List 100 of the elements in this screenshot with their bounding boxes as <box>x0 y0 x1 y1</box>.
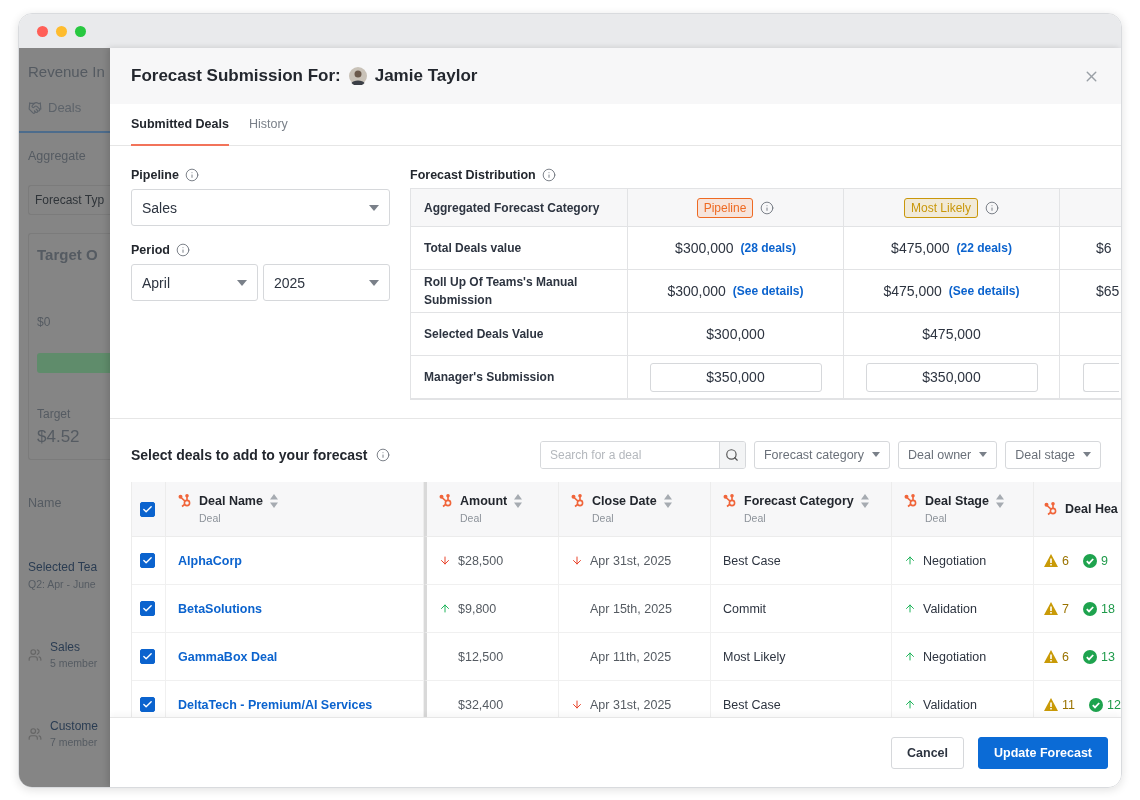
warning-icon <box>1044 602 1058 615</box>
search-button[interactable] <box>718 441 745 468</box>
check-circle-icon <box>1082 601 1097 616</box>
year-select[interactable]: 2025 <box>263 264 390 301</box>
sprocket-icon <box>571 494 585 508</box>
pass-count: 18 <box>1100 601 1115 616</box>
value-text: $300,000 <box>675 240 734 256</box>
pass-count: 13 <box>1100 649 1115 664</box>
team-name[interactable]: Custome <box>50 719 99 733</box>
tab[interactable]: Submitted Deals <box>131 104 229 146</box>
value-text: $6 <box>1096 240 1112 256</box>
deal-link[interactable]: BetaSolutions <box>178 601 263 616</box>
sort-icon[interactable] <box>995 494 1004 508</box>
category-text: Commit <box>723 601 767 616</box>
checkbox[interactable] <box>140 501 155 517</box>
sprocket-icon <box>904 494 918 508</box>
deal-link[interactable]: DeltaTech - Premium/AI Services <box>178 697 373 712</box>
pass-count: 9 <box>1100 553 1108 568</box>
column-header: Amount <box>460 494 508 508</box>
caret-icon <box>872 452 880 457</box>
date-text: Apr 31st, 2025 <box>590 553 672 568</box>
update-forecast-button[interactable]: Update Forecast <box>978 736 1108 769</box>
warning-icon <box>1044 698 1058 711</box>
value-text: $300,000 <box>706 326 765 342</box>
value-text: $300,000 <box>667 283 726 299</box>
details-link[interactable]: (28 deals) <box>740 241 796 255</box>
warning-icon <box>1044 650 1058 663</box>
warning-count: 6 <box>1062 649 1069 664</box>
category-text: Best Case <box>723 553 781 568</box>
input-field[interactable]: $350,000 <box>649 362 822 392</box>
selected-team: Selected Tea <box>28 560 98 574</box>
filter-dropdown[interactable]: Deal stage <box>1005 440 1101 469</box>
check-icon <box>142 503 153 515</box>
input-field[interactable]: $350,000 <box>865 362 1038 392</box>
field-label: Period <box>131 243 170 257</box>
tab[interactable]: History <box>248 104 288 146</box>
deal-link[interactable]: GammaBox Deal <box>178 649 278 664</box>
column-header: Deal Name <box>199 494 263 508</box>
checkbox[interactable] <box>140 649 155 664</box>
date-text: Apr 31st, 2025 <box>590 697 672 712</box>
input-field[interactable] <box>1083 362 1119 392</box>
value-text: $475,000 <box>883 283 942 299</box>
window-control[interactable] <box>37 25 48 37</box>
window-control[interactable] <box>56 25 67 37</box>
month-select[interactable]: April <box>131 264 258 301</box>
date-text: Apr 11th, 2025 <box>590 649 672 664</box>
checkbox[interactable] <box>140 553 155 568</box>
value-text: $475,000 <box>891 240 950 256</box>
check-icon <box>142 603 153 614</box>
pipeline-select[interactable]: Sales <box>131 189 390 226</box>
window-control[interactable] <box>75 25 86 37</box>
info-icon <box>760 200 775 215</box>
details-link[interactable]: (22 deals) <box>956 241 1012 255</box>
row-label-cell: Selected Deals Value <box>411 313 628 356</box>
category-tag: Most Likely <box>904 197 978 218</box>
user-name: Jamie Taylor <box>374 66 478 86</box>
checkbox[interactable] <box>140 601 155 616</box>
cancel-button[interactable]: Cancel <box>891 736 965 769</box>
sort-icon[interactable] <box>269 494 278 508</box>
warning-icon <box>1044 554 1058 567</box>
row-label-cell: Total Deals value <box>411 227 628 270</box>
team-name[interactable]: Sales <box>50 640 81 654</box>
column-header: Close Date <box>592 494 657 508</box>
pass-count: 12 <box>1107 697 1121 712</box>
row-label-cell: Manager's Submission <box>411 356 628 399</box>
warning-count: 7 <box>1062 601 1069 616</box>
deal-link[interactable]: AlphaCorp <box>178 553 242 568</box>
info-icon <box>541 168 556 182</box>
caret-icon <box>237 279 247 286</box>
category-tag: Pipeline <box>696 197 754 218</box>
handshake-icon <box>28 100 42 115</box>
field-label: Pipeline <box>131 168 179 182</box>
amount-text: $12,500 <box>458 649 504 664</box>
sort-icon[interactable] <box>514 494 523 508</box>
check-icon <box>142 699 153 710</box>
sprocket-icon <box>1044 502 1058 516</box>
column-subtitle: Deal <box>592 512 614 524</box>
sprocket-icon <box>439 494 453 508</box>
stage-text: Validation <box>923 601 977 616</box>
search-icon <box>725 447 740 462</box>
amount-text: $28,500 <box>458 553 504 568</box>
check-icon <box>142 651 153 662</box>
column-subtitle: Deal <box>460 512 482 524</box>
row-label-cell: Roll Up Of Teams's Manual Submission <box>411 270 628 313</box>
amount-text: $9,800 <box>458 601 497 616</box>
sort-icon[interactable] <box>860 494 869 508</box>
details-link[interactable]: (See details) <box>732 284 804 298</box>
filter-dropdown[interactable]: Deal owner <box>898 440 998 469</box>
search-field[interactable]: Search for a deal <box>539 440 746 469</box>
section-title: Select deals to add to your forecast <box>131 446 368 463</box>
sort-icon[interactable] <box>663 494 672 508</box>
caret-icon <box>979 452 988 457</box>
info-icon <box>175 243 190 257</box>
checkbox[interactable] <box>140 697 155 712</box>
filter-dropdown[interactable]: Forecast category <box>753 440 890 469</box>
value-text: $65 <box>1096 283 1120 299</box>
check-circle-icon <box>1082 649 1097 664</box>
amount-text: $32,400 <box>458 697 504 712</box>
details-link[interactable]: (See details) <box>948 284 1020 298</box>
info-icon <box>184 168 199 182</box>
